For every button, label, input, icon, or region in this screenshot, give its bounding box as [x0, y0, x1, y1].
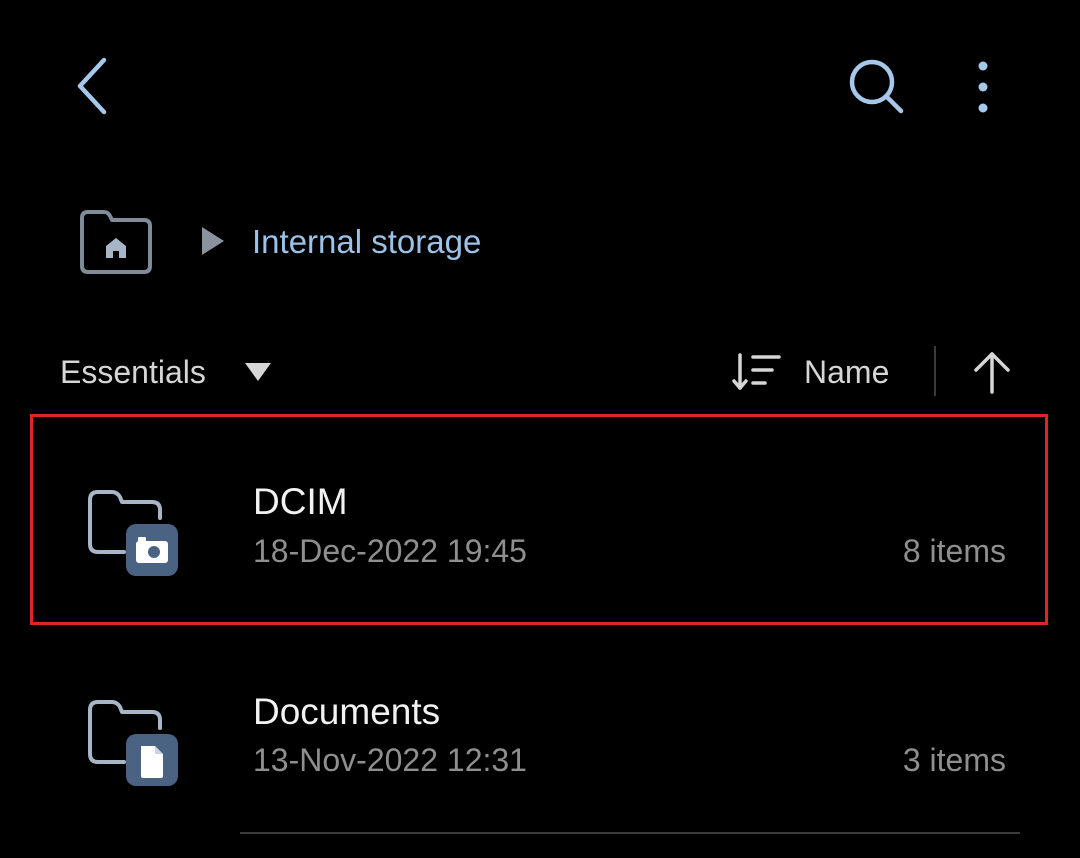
document-folder-icon	[88, 700, 178, 786]
arrow-up-icon	[974, 352, 1010, 394]
sort-by-button[interactable]: Name	[732, 350, 889, 394]
home-folder-icon	[80, 210, 152, 274]
sort-icon	[732, 353, 781, 390]
list-item-documents[interactable]: Documents 13-Nov-2022 12:31 3 items	[32, 626, 1046, 834]
essentials-dropdown[interactable]: Essentials	[60, 350, 272, 394]
search-icon	[849, 59, 904, 114]
list-item-dcim[interactable]: DCIM 18-Dec-2022 19:45 8 items	[32, 416, 1046, 624]
file-manager-screen: Internal storage Essentials Name DCIM 18…	[0, 0, 1080, 858]
home-button[interactable]	[76, 208, 156, 276]
item-name: DCIM	[253, 481, 348, 522]
camera-folder-icon	[88, 490, 178, 576]
more-options-button[interactable]	[958, 54, 1008, 120]
sort-label: Name	[804, 354, 890, 390]
breadcrumb-internal-storage[interactable]: Internal storage	[252, 222, 481, 262]
triangle-down-icon	[244, 363, 271, 381]
sort-divider	[934, 346, 936, 396]
item-count: 8 items	[902, 533, 1006, 569]
back-button[interactable]	[62, 52, 126, 120]
sort-direction-button[interactable]	[966, 348, 1018, 396]
more-vertical-icon	[978, 61, 988, 113]
item-date: 18-Dec-2022 19:45	[253, 533, 527, 569]
essentials-label: Essentials	[60, 354, 206, 390]
play-right-icon	[202, 227, 224, 255]
item-date: 13-Nov-2022 12:31	[253, 742, 527, 778]
search-button[interactable]	[838, 54, 916, 120]
item-count: 3 items	[902, 742, 1006, 778]
item-name: Documents	[253, 691, 441, 732]
list-divider	[240, 832, 1020, 834]
chevron-left-icon	[77, 57, 107, 115]
